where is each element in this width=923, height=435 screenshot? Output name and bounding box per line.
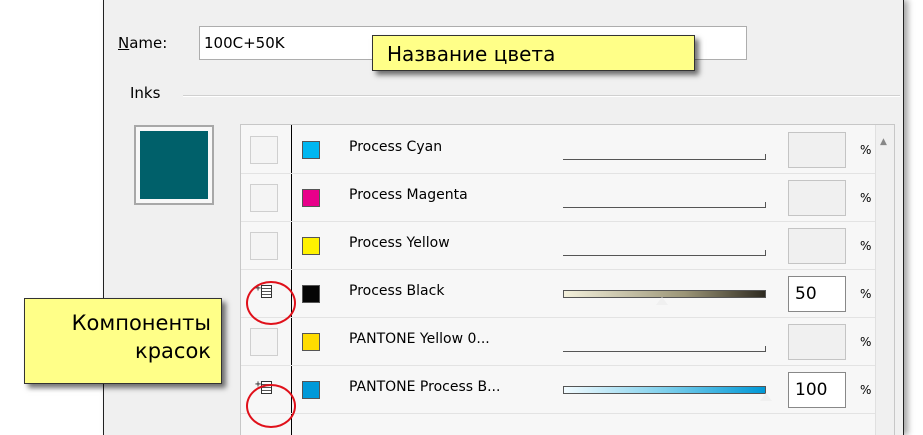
inks-scrollbar[interactable]: ▲ — [875, 125, 894, 435]
ink-slider[interactable] — [563, 346, 766, 352]
ink-row-process-cyan: Process Cyan % — [241, 125, 877, 174]
ink-name: Process Yellow — [349, 235, 450, 251]
ink-color-chip — [302, 285, 320, 303]
ink-row-process-black: + Process Black 50 % — [241, 269, 877, 318]
component-toggle[interactable] — [250, 136, 278, 164]
ink-color-chip — [302, 237, 320, 255]
color-preview-swatch — [134, 125, 214, 205]
inks-list[interactable]: Process Cyan % Process Magenta % Process… — [240, 124, 895, 435]
ink-name: PANTONE Yellow 0... — [349, 331, 490, 347]
ink-percent-input[interactable] — [788, 228, 846, 264]
ink-row-pantone-yellow: PANTONE Yellow 0... % — [241, 317, 877, 366]
ink-percent-input[interactable]: 50 — [788, 276, 846, 312]
percent-sign: % — [860, 143, 872, 157]
highlight-circle — [246, 281, 296, 325]
color-name-callout: Название цвета — [372, 35, 695, 71]
inks-group-divider — [183, 95, 900, 97]
ink-percent-input[interactable] — [788, 180, 846, 216]
ink-name: Process Magenta — [349, 187, 468, 203]
percent-sign: % — [860, 335, 872, 349]
ink-row-process-yellow: Process Yellow % — [241, 221, 877, 270]
percent-sign: % — [860, 383, 872, 397]
ink-percent-input[interactable] — [788, 324, 846, 360]
ink-percent-input[interactable]: 100 — [788, 372, 846, 408]
ink-color-chip — [302, 189, 320, 207]
component-toggle[interactable] — [250, 232, 278, 260]
inks-group-label: Inks — [130, 84, 161, 102]
name-label: Name: — [118, 34, 168, 52]
ink-color-chip — [302, 141, 320, 159]
component-toggle[interactable] — [250, 328, 278, 356]
ink-name: PANTONE Process B... — [349, 379, 501, 395]
ink-name: Process Cyan — [349, 139, 443, 155]
color-preview-fill — [140, 131, 208, 199]
callout-line-1: Компоненты — [71, 311, 211, 335]
scroll-up-arrow-icon[interactable]: ▲ — [880, 137, 887, 147]
ink-row-pantone-process-blue: + PANTONE Process B... 100 % — [241, 365, 877, 414]
percent-sign: % — [860, 287, 872, 301]
ink-row-process-magenta: Process Magenta % — [241, 173, 877, 222]
ink-color-chip — [302, 381, 320, 399]
component-toggle[interactable] — [250, 184, 278, 212]
slider-thumb[interactable] — [759, 392, 773, 402]
ink-percent-input[interactable] — [788, 132, 846, 168]
ink-components-callout: Компоненты красок — [24, 298, 222, 384]
percent-sign: % — [860, 239, 872, 253]
highlight-circle — [246, 384, 296, 428]
ink-name: Process Black — [349, 283, 445, 299]
callout-line-2: красок — [135, 339, 211, 363]
ink-slider[interactable] — [563, 202, 766, 208]
ink-slider[interactable] — [563, 154, 766, 160]
slider-thumb[interactable] — [655, 296, 669, 306]
ink-slider[interactable] — [563, 386, 766, 394]
ink-slider[interactable] — [563, 250, 766, 256]
percent-sign: % — [860, 191, 872, 205]
ink-color-chip — [302, 333, 320, 351]
